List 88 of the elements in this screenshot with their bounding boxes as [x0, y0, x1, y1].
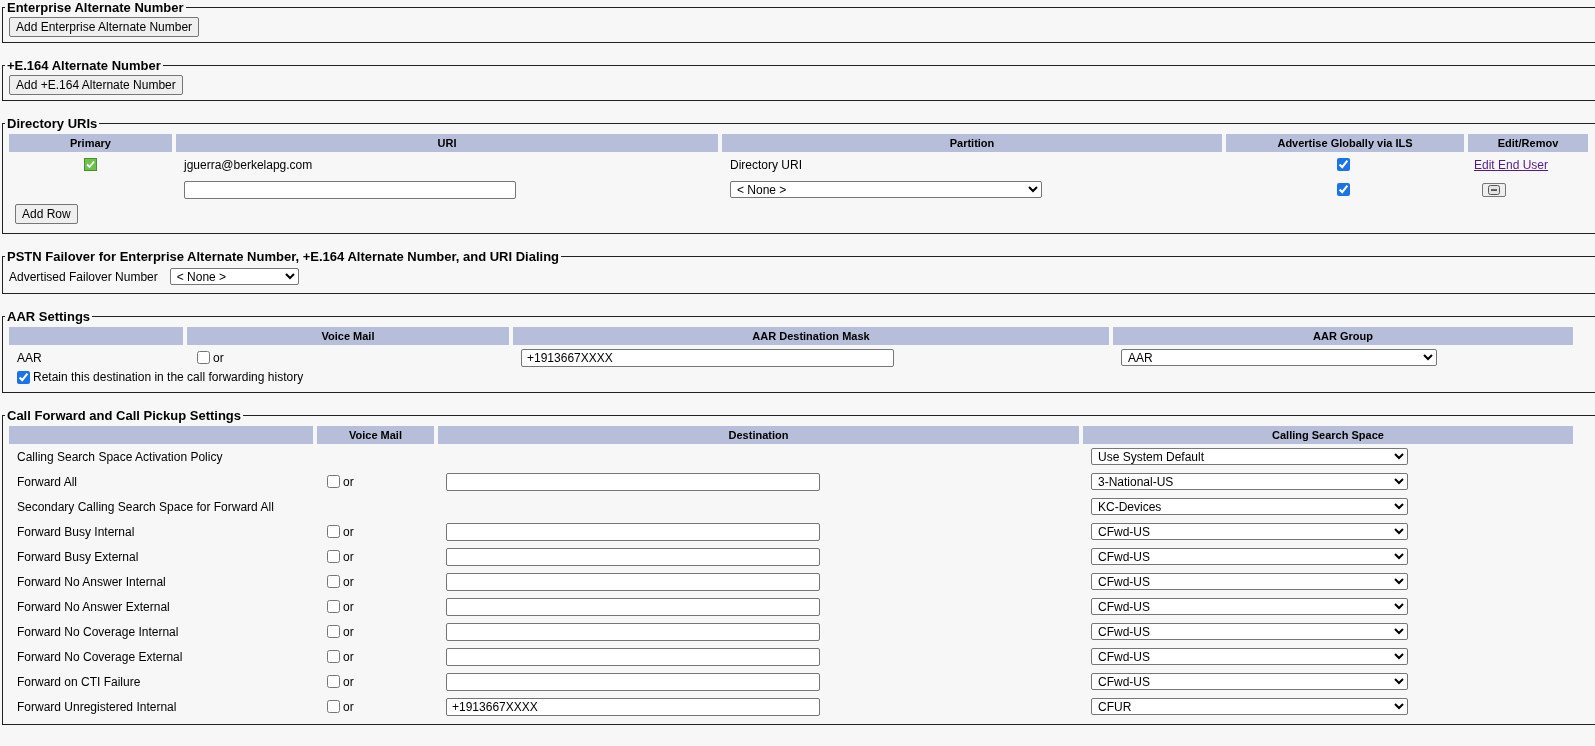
destination-input[interactable]: +1913667XXXX: [446, 697, 820, 716]
add-number-button[interactable]: Add Enterprise Alternate Number: [9, 17, 200, 37]
calling-search-space-dropdown[interactable]: CFwd-US: [1091, 673, 1408, 690]
section-title: Enterprise Alternate Number: [6, 0, 185, 15]
destination-input[interactable]: [446, 522, 820, 541]
checkbox-label: Retain this destination in the call forwarding history: [33, 370, 304, 384]
row-label: AAR: [17, 350, 42, 365]
or-label: or: [343, 474, 354, 489]
row-label: Forward Busy External: [17, 549, 139, 564]
failover-dropdown[interactable]: < None >: [169, 268, 299, 285]
voice-mail-checkbox[interactable]: [327, 575, 340, 588]
voice-mail-checkbox[interactable]: [327, 600, 340, 613]
advertise-checkbox[interactable]: [1337, 158, 1350, 171]
add-row-button[interactable]: Add Row: [15, 204, 78, 224]
column-header: Primary: [9, 134, 172, 152]
calling-search-space-dropdown[interactable]: Use System Default: [1091, 448, 1408, 465]
or-label: or: [343, 674, 354, 689]
or-label: or: [343, 649, 354, 664]
column-header: Voice Mail: [317, 426, 434, 444]
uri-input[interactable]: [184, 180, 516, 199]
or-label: or: [343, 574, 354, 589]
row-label: Forward No Answer Internal: [17, 574, 166, 589]
calling-search-space-dropdown[interactable]: CFUR: [1091, 698, 1408, 715]
remove-button[interactable]: [1482, 182, 1506, 197]
voice-mail-checkbox[interactable]: [327, 625, 340, 638]
row-label: Forward Busy Internal: [17, 524, 135, 539]
calling-search-space-dropdown[interactable]: CFwd-US: [1091, 548, 1408, 565]
section-title: PSTN Failover for Enterprise Alternate Number, +E.164 Alternate Number, and URI Dialing: [6, 249, 561, 264]
row-label: Forward No Coverage External: [17, 649, 183, 664]
voice-mail-checkbox[interactable]: [327, 475, 340, 488]
calling-search-space-dropdown[interactable]: CFwd-US: [1091, 623, 1408, 640]
retain-checkbox[interactable]: [17, 370, 30, 384]
check-icon: [84, 158, 97, 171]
calling-search-space-dropdown[interactable]: CFwd-US: [1091, 648, 1408, 665]
section-title: +E.164 Alternate Number: [6, 58, 162, 73]
destination-input[interactable]: [446, 472, 820, 491]
or-label: or: [343, 524, 354, 539]
aar-group-dropdown[interactable]: AAR: [1121, 349, 1437, 366]
row-label: Secondary Calling Search Space for Forward All: [17, 499, 274, 514]
destination-input[interactable]: [446, 647, 820, 666]
row-label: Forward All: [17, 474, 78, 489]
advertise-checkbox[interactable]: [1337, 183, 1350, 196]
column-header: URI: [176, 134, 718, 152]
calling-search-space-dropdown[interactable]: CFwd-US: [1091, 573, 1408, 590]
partition-dropdown[interactable]: < None >: [730, 181, 1042, 198]
or-label: or: [343, 549, 354, 564]
calling-search-space-dropdown[interactable]: CFwd-US: [1091, 598, 1408, 615]
column-header: Advertise Globally via ILS: [1226, 134, 1464, 152]
calling-search-space-dropdown[interactable]: KC-Devices: [1091, 498, 1408, 515]
column-header: Calling Search Space: [1083, 426, 1573, 444]
destination-mask-input[interactable]: +1913667XXXX: [521, 348, 894, 367]
column-header: Destination: [438, 426, 1079, 444]
column-header: Voice Mail: [187, 327, 509, 345]
or-label: or: [213, 350, 224, 365]
destination-input[interactable]: [446, 597, 820, 616]
voice-mail-checkbox[interactable]: [327, 675, 340, 688]
row-label: Forward No Answer External: [17, 599, 170, 614]
section-title: Call Forward and Call Pickup Settings: [6, 408, 243, 423]
voice-mail-checkbox[interactable]: [327, 525, 340, 538]
minus-icon: [1488, 184, 1500, 195]
column-header: Partition: [722, 134, 1222, 152]
column-header: Edit/Remov: [1468, 134, 1588, 152]
destination-input[interactable]: [446, 622, 820, 641]
or-label: or: [343, 599, 354, 614]
or-label: or: [343, 624, 354, 639]
row-label: Forward Unregistered Internal: [17, 699, 177, 714]
destination-input[interactable]: [446, 572, 820, 591]
destination-input[interactable]: [446, 672, 820, 691]
row-label: Forward on CTI Failure: [17, 674, 141, 689]
row-label: Calling Search Space Activation Policy: [17, 449, 223, 464]
field-label: Advertised Failover Number: [9, 269, 158, 284]
calling-search-space-dropdown[interactable]: 3-National-US: [1091, 473, 1408, 490]
voice-mail-checkbox[interactable]: [197, 351, 210, 364]
uri-text: jguerra@berkelapg.com: [184, 157, 313, 172]
or-label: or: [343, 699, 354, 714]
voice-mail-checkbox[interactable]: [327, 650, 340, 663]
voice-mail-checkbox[interactable]: [327, 700, 340, 713]
edit-end-user-link[interactable]: Edit End User: [1474, 157, 1549, 172]
destination-input[interactable]: [446, 547, 820, 566]
partition-text: Directory URI: [730, 157, 802, 172]
calling-search-space-dropdown[interactable]: CFwd-US: [1091, 523, 1408, 540]
section-title: Directory URIs: [6, 116, 99, 131]
row-label: Forward No Coverage Internal: [17, 624, 179, 639]
add-number-button[interactable]: Add +E.164 Alternate Number: [9, 75, 183, 95]
section-title: AAR Settings: [6, 309, 92, 324]
column-header: AAR Group: [1113, 327, 1573, 345]
column-header: AAR Destination Mask: [513, 327, 1109, 345]
voice-mail-checkbox[interactable]: [327, 550, 340, 563]
